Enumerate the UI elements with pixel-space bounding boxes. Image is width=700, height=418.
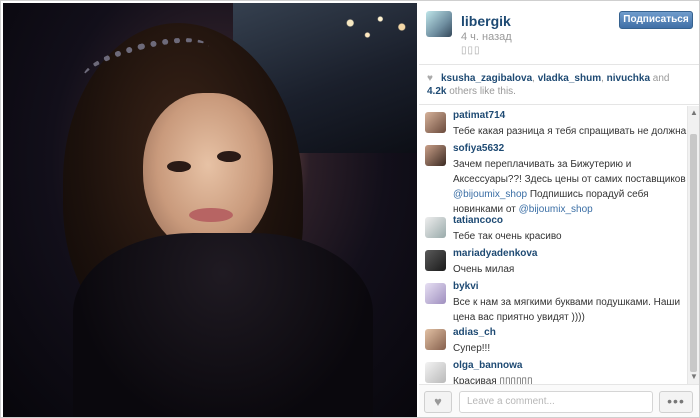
coat-shape <box>73 233 373 417</box>
comments-list: patimat714 Тебе какая разница я тебя спр… <box>419 106 687 384</box>
comment-input[interactable]: Leave a comment... <box>459 391 653 413</box>
mention-link[interactable]: @bijoumix_shop <box>453 189 527 200</box>
commenter-username[interactable]: adias_ch <box>453 327 496 338</box>
like-user[interactable]: ksusha_zagibalova <box>441 73 532 84</box>
commenter-avatar[interactable] <box>425 145 446 166</box>
commenter-avatar[interactable] <box>425 283 446 304</box>
post-time[interactable]: 4 ч. назад <box>461 31 512 43</box>
likes-suffix: others like this. <box>449 86 516 97</box>
instagram-post-window: libergik 4 ч. назад ▯▯▯ Подписаться ♥ ksu… <box>0 0 700 418</box>
comment-composer: ♥ Leave a comment... ••• <box>419 384 699 417</box>
comment-text: Супер!!! <box>453 343 491 354</box>
mention-link[interactable]: @bijoumix_shop <box>519 204 593 215</box>
scroll-up-icon[interactable]: ▲ <box>690 108 698 117</box>
lips-shape <box>189 208 233 222</box>
left-eye-shape <box>167 161 191 172</box>
heart-icon: ♥ <box>434 394 442 409</box>
commenter-username[interactable]: bykvi <box>453 281 479 292</box>
comment-text: Все к нам за мягкими буквами подушками. … <box>453 297 681 323</box>
like-count[interactable]: 4.2k <box>427 86 446 97</box>
post-photo[interactable] <box>3 3 417 417</box>
comment-text: Красивая ▯▯▯▯▯▯ <box>453 376 533 384</box>
commenter-avatar[interactable] <box>425 250 446 271</box>
follow-button[interactable]: Подписаться <box>619 11 693 29</box>
commenter-username[interactable]: mariadyadenkova <box>453 248 538 259</box>
commenter-avatar[interactable] <box>425 362 446 383</box>
comment-text: Очень милая <box>453 264 515 275</box>
author-username[interactable]: libergik <box>461 13 511 29</box>
post-location[interactable]: ▯▯▯ <box>461 45 481 56</box>
comment-text: Тебе так очень красиво <box>453 231 562 242</box>
face-shape <box>143 93 273 253</box>
more-options-button[interactable]: ••• <box>659 391 693 413</box>
comment-text: Тебе какая разница я тебя спращивать не … <box>453 126 687 137</box>
like-button[interactable]: ♥ <box>424 391 452 413</box>
like-user[interactable]: vladka_shum <box>538 73 601 84</box>
commenter-username[interactable]: sofiya5632 <box>453 143 504 154</box>
comment-text-part: Зачем переплачивать за Бижутерию и Аксес… <box>453 159 686 185</box>
right-eye-shape <box>217 151 241 162</box>
scroll-down-icon[interactable]: ▼ <box>690 372 698 381</box>
commenter-avatar[interactable] <box>425 112 446 133</box>
post-header: libergik 4 ч. назад ▯▯▯ Подписаться <box>419 3 699 65</box>
commenter-avatar[interactable] <box>425 217 446 238</box>
commenter-avatar[interactable] <box>425 329 446 350</box>
commenter-username[interactable]: tatiancoco <box>453 215 503 226</box>
street-lights <box>333 7 417 47</box>
scrollbar-thumb[interactable] <box>690 134 697 372</box>
commenter-username[interactable]: olga_bannowa <box>453 360 522 371</box>
author-avatar[interactable] <box>426 11 452 37</box>
likes-summary: ♥ ksusha_zagibalova, vladka_shum, nivuchk… <box>419 65 699 105</box>
heart-icon: ♥ <box>427 73 433 84</box>
comments-scrollbar[interactable]: ▲ ▼ <box>687 106 699 384</box>
like-user[interactable]: nivuchka <box>607 73 650 84</box>
comment-text: Зачем переплачивать за Бижутерию и Аксес… <box>453 157 687 217</box>
commenter-username[interactable]: patimat714 <box>453 110 505 121</box>
post-sidebar: libergik 4 ч. назад ▯▯▯ Подписаться ♥ ksu… <box>419 3 699 417</box>
